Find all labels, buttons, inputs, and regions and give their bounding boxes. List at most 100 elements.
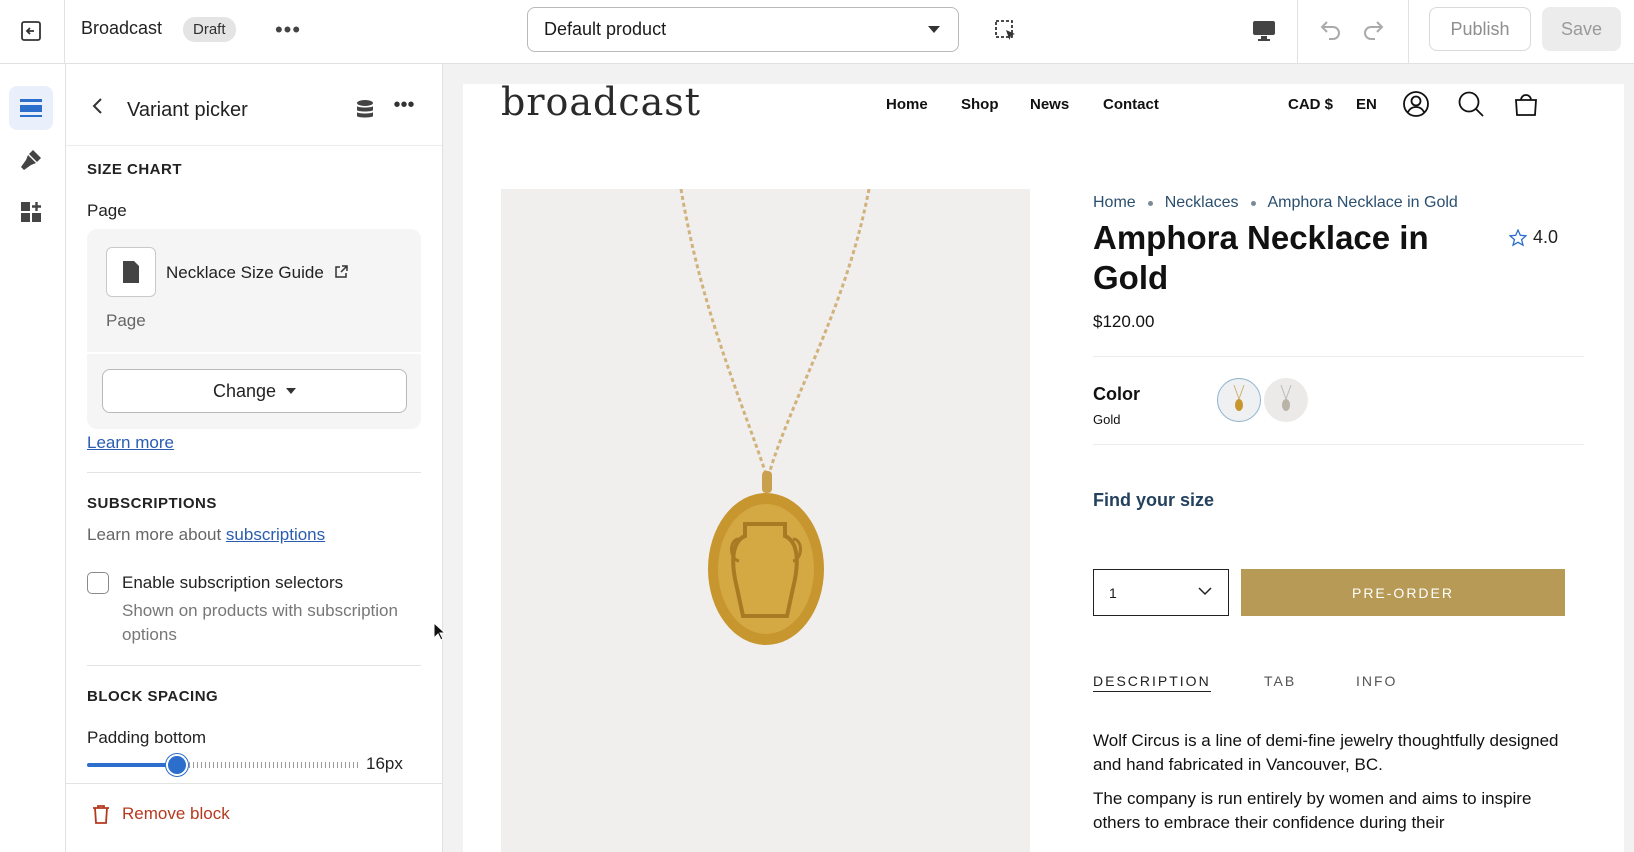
product-rating[interactable]: 4.0 [1509, 227, 1558, 248]
nav-home[interactable]: Home [886, 96, 928, 113]
color-option-value: Gold [1093, 412, 1121, 427]
back-arrow-icon[interactable] [86, 94, 110, 118]
change-page-button[interactable]: Change [102, 369, 407, 413]
breadcrumb-home[interactable]: Home [1093, 194, 1136, 212]
subscription-checkbox[interactable] [87, 572, 109, 594]
more-actions-icon[interactable]: ••• [270, 14, 306, 46]
subscriptions-link[interactable]: subscriptions [226, 525, 325, 544]
padding-bottom-label: Padding bottom [87, 728, 207, 747]
divider [1297, 0, 1298, 64]
sections-icon[interactable] [9, 86, 53, 130]
desktop-preview-icon[interactable] [1246, 14, 1282, 48]
tab-info[interactable]: INFO [1356, 673, 1397, 689]
cart-icon[interactable] [1510, 88, 1542, 120]
quantity-select[interactable]: 1 [1093, 569, 1229, 616]
star-icon [1509, 228, 1527, 247]
remove-block-button[interactable]: Remove block [92, 804, 230, 824]
change-label: Change [212, 380, 277, 401]
breadcrumb-separator [1147, 200, 1153, 206]
subscription-checkbox-help: Shown on products with subscription opti… [122, 601, 398, 644]
slider-thumb[interactable] [166, 754, 188, 776]
pre-order-button[interactable]: PRE-ORDER [1241, 569, 1565, 616]
template-select[interactable]: Default product [527, 7, 959, 52]
undo-icon[interactable] [1311, 12, 1347, 48]
product-title: Amphora Necklace in Gold [1093, 219, 1429, 296]
page-type: Page [106, 311, 146, 330]
panel-title: Variant picker [127, 99, 248, 121]
divider [1093, 444, 1584, 445]
subscriptions-help: Learn more about subscriptions [87, 525, 325, 545]
subscription-checkbox-label[interactable]: Enable subscription selectors [122, 573, 343, 593]
caret-down-icon [286, 388, 297, 394]
padding-bottom-slider[interactable] [87, 754, 359, 776]
nav-shop[interactable]: Shop [961, 96, 999, 113]
slider-track-rest [177, 762, 359, 768]
rating-value: 4.0 [1533, 227, 1559, 247]
change-wrap: Change [87, 354, 421, 429]
panel-footer-divider [66, 783, 442, 787]
save-button[interactable]: Save [1542, 7, 1621, 51]
language-selector[interactable]: EN [1356, 96, 1377, 113]
color-option-label: Color [1093, 384, 1140, 404]
panel-header: Variant picker ••• [66, 64, 442, 146]
divider [87, 472, 421, 473]
find-your-size-link[interactable]: Find your size [1093, 490, 1214, 511]
inspector-icon[interactable] [988, 14, 1024, 48]
store-logo[interactable]: broadcast [501, 84, 701, 124]
editor-topbar: Broadcast Draft ••• Default product Publ… [0, 0, 1634, 64]
selected-page-card: Necklace Size Guide Page [87, 229, 421, 352]
breadcrumb-separator [1250, 200, 1256, 206]
color-swatch-silver[interactable] [1264, 378, 1308, 422]
redo-icon[interactable] [1357, 12, 1393, 48]
divider [1408, 0, 1409, 64]
caret-down-icon [928, 26, 940, 33]
divider [1093, 356, 1584, 357]
theme-settings-icon[interactable] [9, 138, 53, 182]
page-field-label: Page [87, 201, 127, 220]
currency-selector[interactable]: CAD $ [1288, 96, 1333, 113]
divider [87, 665, 421, 666]
description-paragraph: The company is run entirely by women and… [1093, 789, 1532, 832]
settings-panel: Variant picker ••• SIZE CHART Page Neckl… [66, 64, 443, 852]
breadcrumb-current[interactable]: Amphora Necklace in Gold [1268, 194, 1458, 212]
account-icon[interactable] [1400, 88, 1432, 120]
padding-bottom-value: 16px [366, 754, 403, 773]
external-link-icon [334, 265, 348, 278]
page-icon [106, 247, 156, 297]
template-select-value: Default product [544, 19, 667, 39]
description-paragraph: Wolf Circus is a line of demi-fine jewel… [1093, 731, 1559, 774]
section-heading-size-chart: SIZE CHART [87, 161, 182, 178]
chevron-down-icon [1198, 587, 1212, 596]
exit-icon[interactable] [14, 14, 48, 48]
preview-canvas: broadcast Home Shop News Contact CAD $ E… [443, 64, 1634, 852]
product-price: $120.00 [1093, 312, 1155, 331]
page-name: Necklace Size Guide [166, 263, 324, 282]
color-swatch-gold[interactable] [1217, 378, 1261, 422]
nav-news[interactable]: News [1030, 96, 1069, 113]
product-image [501, 189, 1030, 852]
section-heading-block-spacing: BLOCK SPACING [87, 688, 219, 705]
quantity-value: 1 [1109, 584, 1117, 601]
tab-description[interactable]: DESCRIPTION [1093, 673, 1211, 692]
tab-tab[interactable]: TAB [1264, 673, 1296, 689]
store-preview: broadcast Home Shop News Contact CAD $ E… [463, 84, 1624, 852]
nav-contact[interactable]: Contact [1103, 96, 1159, 113]
section-heading-subscriptions: SUBSCRIPTIONS [87, 495, 217, 512]
publish-button[interactable]: Publish [1429, 7, 1531, 51]
page-link[interactable]: Necklace Size Guide [166, 263, 348, 283]
breadcrumb: Home Necklaces Amphora Necklace in Gold [1093, 194, 1458, 212]
breadcrumb-necklaces[interactable]: Necklaces [1165, 194, 1239, 212]
learn-more-link[interactable]: Learn more [87, 433, 174, 453]
mouse-cursor-icon [433, 622, 447, 641]
remove-block-label: Remove block [122, 804, 230, 823]
theme-name: Broadcast [81, 18, 163, 38]
editor-rail [0, 64, 66, 852]
more-options-icon[interactable]: ••• [389, 94, 419, 120]
necklace-image [679, 189, 871, 645]
dynamic-source-icon[interactable] [353, 98, 377, 122]
app-blocks-icon[interactable] [9, 190, 53, 234]
subscriptions-help-text: Learn more about [87, 525, 226, 544]
slider-fill [87, 763, 177, 767]
divider [64, 0, 65, 64]
search-icon[interactable] [1455, 88, 1487, 120]
